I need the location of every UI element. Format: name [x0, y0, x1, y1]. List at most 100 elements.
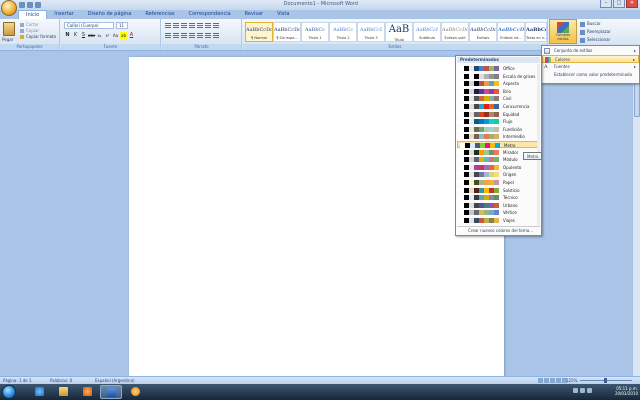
bullets-icon[interactable]: [165, 23, 171, 29]
style-no-spacing[interactable]: AaBbCcDc ¶ Sin espa...: [273, 22, 301, 42]
font-size-select[interactable]: 11: [116, 22, 128, 29]
align-right-icon[interactable]: [181, 33, 187, 39]
zoom-level[interactable]: 125%: [566, 378, 577, 383]
taskbar-explorer[interactable]: [52, 385, 74, 399]
save-icon[interactable]: [19, 2, 25, 8]
tab-referencias[interactable]: Referencias: [138, 10, 181, 19]
align-center-icon[interactable]: [173, 33, 179, 39]
copy-button[interactable]: Copiar: [20, 28, 39, 33]
subscript-button[interactable]: x₂: [96, 32, 103, 39]
find-button[interactable]: Buscar: [580, 21, 601, 27]
color-theme-item[interactable]: Concurrencia: [457, 103, 538, 110]
clock[interactable]: 05:11 p.m. 20/03/2010: [615, 386, 638, 396]
color-theme-item[interactable]: Metro: [457, 141, 538, 148]
change-styles-button[interactable]: Cambiar estilos: [549, 19, 577, 44]
decrease-indent-icon[interactable]: [189, 23, 195, 29]
full-screen-icon[interactable]: [544, 378, 549, 383]
start-button[interactable]: [2, 385, 16, 399]
print-layout-icon[interactable]: [538, 378, 543, 383]
line-spacing-icon[interactable]: [197, 33, 203, 39]
page-count[interactable]: Página: 1 de 1: [3, 378, 32, 383]
menu-item-colors[interactable]: Colores ▸: [542, 55, 639, 63]
volume-icon[interactable]: [580, 388, 585, 393]
color-theme-item[interactable]: Intermedio: [457, 133, 538, 140]
color-theme-item[interactable]: Aspecto: [457, 80, 538, 87]
menu-item-set-default[interactable]: Establecer como valor predeterminado: [542, 71, 639, 79]
tab-vista[interactable]: Vista: [270, 10, 296, 19]
underline-button[interactable]: S: [80, 32, 87, 39]
style-heading-3[interactable]: AaBbCcI Título 3: [357, 22, 385, 42]
style-heading-2[interactable]: AaBbCc Título 2: [329, 22, 357, 42]
change-case-button[interactable]: Aa: [112, 32, 119, 39]
style-normal[interactable]: AaBbCcDc ¶ Normal: [245, 22, 273, 42]
tab-diseno-pagina[interactable]: Diseño de página: [81, 10, 139, 19]
tab-insertar[interactable]: Insertar: [47, 10, 80, 19]
bold-button[interactable]: N: [64, 32, 71, 39]
strikethrough-button[interactable]: abc: [88, 32, 95, 39]
style-emphasis[interactable]: AaBbCcDc Énfasis: [469, 22, 497, 42]
replace-button[interactable]: Reemplazar: [580, 29, 611, 35]
create-theme-colors-button[interactable]: Crear nuevos colores del tema...: [457, 226, 540, 234]
color-theme-item[interactable]: Urbano: [457, 202, 538, 209]
color-theme-item[interactable]: Opulento: [457, 164, 538, 171]
vertical-scrollbar[interactable]: [632, 51, 640, 376]
color-theme-item[interactable]: Brio: [457, 88, 538, 95]
font-color-button[interactable]: A: [128, 32, 135, 39]
network-icon[interactable]: [573, 388, 578, 393]
zoom-slider-knob[interactable]: [604, 378, 607, 383]
tab-revisar[interactable]: Revisar: [238, 10, 270, 19]
web-layout-icon[interactable]: [550, 378, 555, 383]
multilevel-icon[interactable]: [181, 23, 187, 29]
increase-indent-icon[interactable]: [197, 23, 203, 29]
highlight-button[interactable]: ab: [120, 32, 127, 39]
cut-button[interactable]: Cortar: [20, 22, 39, 27]
paste-icon[interactable]: [3, 22, 15, 36]
color-theme-item[interactable]: Civil: [457, 95, 538, 102]
style-subtitle[interactable]: AaBbCcI Subtítulo: [413, 22, 441, 42]
color-theme-item[interactable]: Papel: [457, 179, 538, 186]
color-theme-item[interactable]: Solsticio: [457, 187, 538, 194]
tab-inicio[interactable]: Inicio: [18, 10, 48, 19]
numbering-icon[interactable]: [173, 23, 179, 29]
word-count[interactable]: Palabras: 0: [50, 378, 72, 383]
color-theme-item[interactable]: Equidad: [457, 111, 538, 118]
select-button[interactable]: Seleccionar: [580, 37, 610, 43]
borders-icon[interactable]: [213, 33, 219, 39]
color-theme-item[interactable]: Origen: [457, 171, 538, 178]
minimize-button[interactable]: –: [600, 0, 612, 8]
font-name-select[interactable]: Calibri (Cuerpo): [64, 22, 114, 29]
style-intense-emphasis[interactable]: AaBbCcDc Énfasis int...: [497, 22, 525, 42]
colors-menu-scrollbar[interactable]: [537, 64, 540, 226]
sort-icon[interactable]: [205, 23, 211, 29]
close-button[interactable]: ✕: [626, 0, 638, 8]
superscript-button[interactable]: x²: [104, 32, 111, 39]
color-theme-item[interactable]: Técnico: [457, 194, 538, 201]
format-painter-button[interactable]: Copiar formato: [20, 34, 56, 39]
color-theme-item[interactable]: Escala de grises: [457, 73, 538, 80]
style-strong[interactable]: AaBbCcDc Texto en n...: [525, 22, 547, 42]
style-heading-1[interactable]: AaBbCc Título 1: [301, 22, 329, 42]
color-theme-item[interactable]: Viajes: [457, 217, 538, 224]
redo-icon[interactable]: [35, 2, 41, 8]
menu-item-style-set[interactable]: Conjunto de estilos ▸: [542, 47, 639, 55]
tab-correspondencia[interactable]: Correspondencia: [182, 10, 238, 19]
taskbar-app[interactable]: [124, 385, 146, 399]
shading-icon[interactable]: [205, 33, 211, 39]
menu-item-fonts[interactable]: A Fuentes ▸: [542, 63, 639, 71]
outline-icon[interactable]: [556, 378, 561, 383]
color-theme-item[interactable]: Vértice: [457, 209, 538, 216]
taskbar-word[interactable]: [100, 385, 122, 399]
office-button[interactable]: [1, 0, 17, 16]
taskbar-media-player[interactable]: [76, 385, 98, 399]
zoom-slider[interactable]: [580, 378, 632, 383]
language-indicator[interactable]: Español (Argentina): [95, 378, 135, 383]
paste-button[interactable]: Pegar: [2, 37, 13, 42]
flag-icon[interactable]: [587, 388, 592, 393]
italic-button[interactable]: K: [72, 32, 79, 39]
taskbar-ie[interactable]: [28, 385, 50, 399]
style-title[interactable]: AaB Título: [385, 22, 413, 42]
maximize-button[interactable]: □: [613, 0, 625, 8]
show-marks-icon[interactable]: [213, 23, 219, 29]
color-theme-item[interactable]: Office: [457, 65, 538, 72]
justify-icon[interactable]: [189, 33, 195, 39]
